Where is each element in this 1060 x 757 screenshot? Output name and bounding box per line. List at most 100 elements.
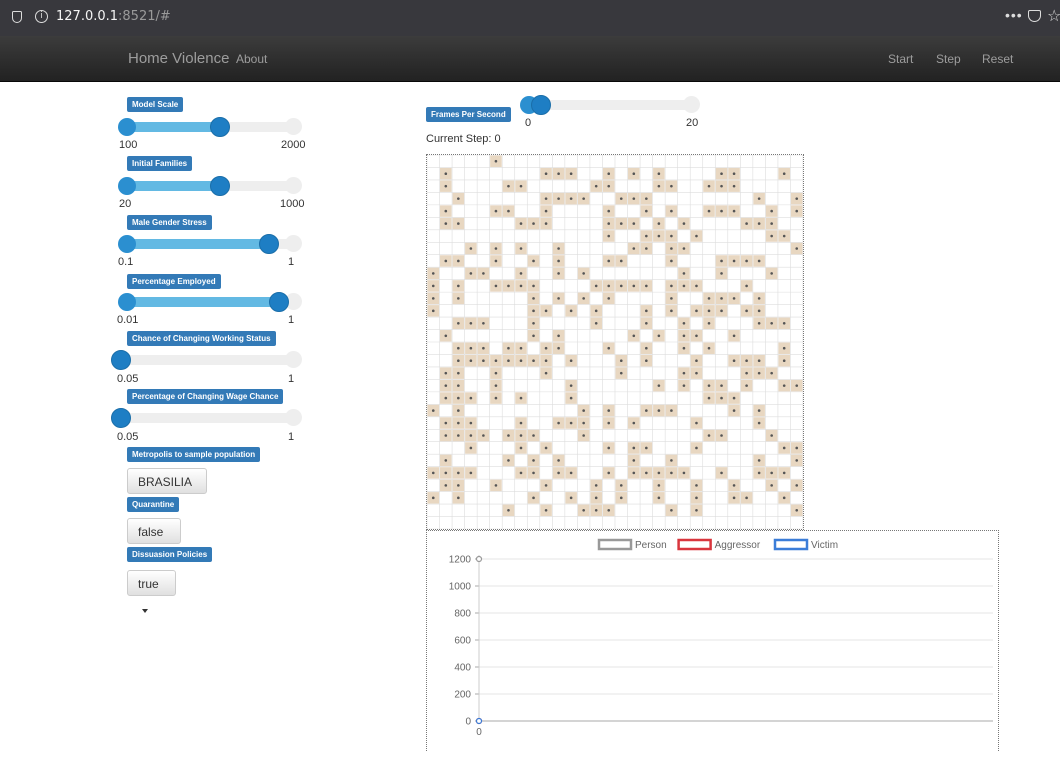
agent-dot bbox=[682, 284, 686, 288]
agent-dot bbox=[431, 297, 435, 300]
agent-dot bbox=[619, 222, 623, 225]
bookmark-star-icon[interactable]: ☆ bbox=[1047, 6, 1060, 25]
agent-dot bbox=[457, 434, 460, 437]
agent-dot bbox=[469, 272, 473, 275]
agent-dot bbox=[720, 384, 723, 387]
initial-families-handle[interactable] bbox=[210, 176, 230, 196]
agent-dot bbox=[482, 272, 485, 275]
agent-dot bbox=[431, 284, 435, 288]
agent-dot bbox=[645, 359, 648, 362]
agent-dot bbox=[607, 421, 611, 425]
agent-dot bbox=[670, 184, 673, 188]
model-scale-handle[interactable] bbox=[210, 117, 230, 137]
agent-dot bbox=[632, 222, 636, 225]
male-gender-stress-handle[interactable] bbox=[259, 234, 279, 254]
agent-dot bbox=[457, 359, 460, 362]
percentage-employed-handle[interactable] bbox=[269, 292, 289, 312]
reset-button[interactable]: Reset bbox=[982, 52, 1013, 66]
agent-dot bbox=[682, 334, 686, 338]
percentage-changing-wage-slider[interactable] bbox=[111, 408, 302, 428]
grid-canvas[interactable] bbox=[426, 154, 804, 530]
brand-title[interactable]: Home Violence bbox=[128, 50, 229, 67]
info-icon[interactable]: i bbox=[35, 10, 48, 23]
agent-dot bbox=[532, 259, 535, 263]
agent-dot bbox=[544, 197, 548, 200]
agent-dot bbox=[557, 172, 560, 175]
agent-dot bbox=[431, 471, 435, 475]
agent-dot bbox=[444, 459, 448, 462]
agent-dot bbox=[569, 384, 573, 387]
fps-slider[interactable] bbox=[520, 95, 700, 115]
model-scale-slider[interactable] bbox=[118, 117, 302, 137]
agent-dot bbox=[469, 322, 473, 325]
agent-dot bbox=[457, 222, 460, 225]
start-button[interactable]: Start bbox=[888, 52, 913, 66]
agent-dot bbox=[582, 434, 585, 437]
agent-dot bbox=[594, 509, 598, 512]
percentage-employed-slider[interactable] bbox=[118, 292, 302, 312]
chance-changing-working-status-handle[interactable] bbox=[111, 350, 131, 370]
agent-dot bbox=[682, 272, 686, 275]
chance-changing-working-status-slider[interactable] bbox=[111, 350, 302, 370]
agent-dot bbox=[657, 409, 661, 412]
legend-swatch[interactable] bbox=[773, 538, 809, 551]
pocket-icon[interactable] bbox=[1028, 10, 1041, 22]
agent-dot bbox=[557, 197, 560, 200]
metropolis-dropdown[interactable]: BRASILIA bbox=[127, 468, 207, 511]
agent-dot bbox=[720, 309, 723, 313]
initial-families-slider[interactable] bbox=[118, 176, 302, 196]
male-gender-stress-slider[interactable] bbox=[118, 234, 302, 254]
quarantine-label: Quarantine bbox=[127, 497, 180, 512]
agent-dot bbox=[657, 334, 661, 338]
agent-dot bbox=[594, 484, 598, 487]
y-tick-label: 400 bbox=[454, 663, 471, 674]
agent-dot bbox=[457, 197, 460, 200]
agent-dot bbox=[457, 384, 460, 387]
agent-dot bbox=[670, 209, 673, 213]
data-point[interactable] bbox=[475, 555, 483, 563]
agent-dot bbox=[682, 384, 686, 387]
agent-dot bbox=[670, 297, 673, 300]
agent-dot bbox=[532, 496, 535, 500]
shield-icon[interactable] bbox=[12, 11, 22, 23]
data-point[interactable] bbox=[475, 717, 483, 725]
url-port: :8521/# bbox=[118, 9, 171, 24]
agent-dot bbox=[431, 309, 435, 313]
agent-dot bbox=[507, 434, 510, 437]
grid-svg bbox=[427, 155, 803, 529]
agent-dot bbox=[795, 459, 799, 462]
agent-dot bbox=[720, 297, 723, 300]
model-scale-max: 2000 bbox=[281, 139, 306, 151]
legend-swatch[interactable] bbox=[597, 538, 633, 551]
agent-dot bbox=[607, 471, 611, 475]
about-link[interactable]: About bbox=[236, 52, 267, 66]
dissuasion-dropdown[interactable]: true bbox=[127, 570, 176, 613]
agent-dot bbox=[707, 322, 711, 325]
agent-dot bbox=[494, 359, 498, 362]
more-options-icon[interactable]: ••• bbox=[1005, 7, 1023, 23]
chart-svg: Person Aggressor Victim 1200 1000 800 600 400 20… bbox=[449, 538, 993, 738]
agent-dot bbox=[670, 247, 673, 250]
agent-dot bbox=[594, 184, 598, 188]
agent-dot bbox=[632, 471, 636, 475]
agent-dot bbox=[670, 284, 673, 288]
agent-dot bbox=[494, 484, 498, 487]
agent-dot bbox=[732, 297, 736, 300]
address-bar[interactable]: 127.0.0.1:8521/# bbox=[56, 9, 171, 24]
agent-dot bbox=[582, 509, 585, 512]
percentage-changing-wage-handle[interactable] bbox=[111, 408, 131, 428]
agent-dot bbox=[757, 459, 761, 462]
quarantine-dropdown[interactable]: false bbox=[127, 518, 181, 561]
fps-handle[interactable] bbox=[531, 95, 551, 115]
agent-dot bbox=[645, 446, 648, 450]
agent-dot bbox=[745, 496, 748, 500]
step-button[interactable]: Step bbox=[936, 52, 961, 66]
agent-dot bbox=[632, 247, 636, 250]
agent-dot bbox=[444, 371, 448, 375]
legend-swatch[interactable] bbox=[677, 538, 712, 551]
agent-dot bbox=[770, 234, 773, 238]
y-tick-label: 1200 bbox=[449, 555, 472, 566]
agent-dot bbox=[507, 509, 510, 512]
agent-dot bbox=[682, 247, 686, 250]
agent-dot bbox=[682, 222, 686, 225]
